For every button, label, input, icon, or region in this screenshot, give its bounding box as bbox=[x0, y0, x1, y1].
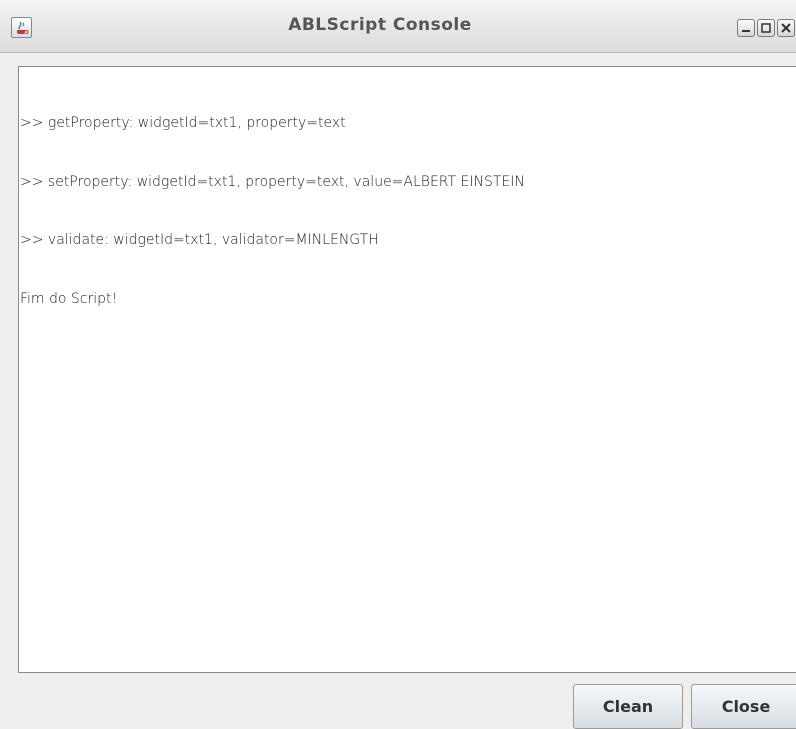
clean-button[interactable]: Clean bbox=[573, 684, 683, 729]
console-line: Fim do Script! bbox=[20, 290, 118, 307]
console-line: >> setProperty: widgetId=txt1, property=… bbox=[20, 173, 525, 190]
console-line: >> validate: widgetId=txt1, validator=MI… bbox=[20, 232, 379, 248]
window-title: ABLScript Console bbox=[288, 15, 472, 35]
maximize-icon bbox=[761, 23, 771, 33]
close-window-button[interactable] bbox=[777, 19, 795, 37]
console-line: >> getProperty: widgetId=txt1, property=… bbox=[20, 115, 346, 131]
maximize-button[interactable] bbox=[757, 19, 775, 37]
console-window: ABLScript Console >> getProperty: widget… bbox=[0, 0, 796, 729]
close-icon bbox=[781, 23, 791, 33]
console-output[interactable]: >> getProperty: widgetId=txt1, property=… bbox=[18, 66, 796, 673]
console-text: >> getProperty: widgetId=txt1, property=… bbox=[20, 75, 525, 348]
minimize-button[interactable] bbox=[737, 19, 755, 37]
minimize-icon bbox=[742, 30, 750, 32]
title-bar[interactable]: ABLScript Console bbox=[0, 0, 796, 53]
close-button[interactable]: Close bbox=[691, 684, 796, 729]
